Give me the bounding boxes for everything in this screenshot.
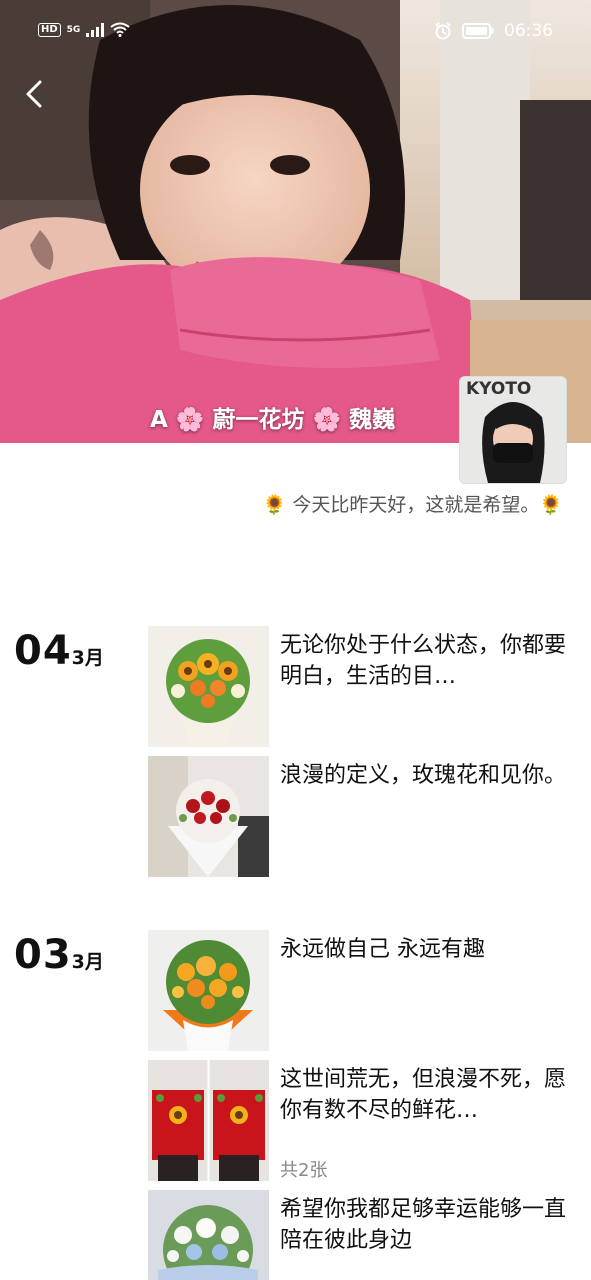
status-bar-left: HD 5G <box>38 22 130 37</box>
post-text[interactable]: 希望你我都足够幸运能够一直陪在彼此身边 <box>280 1194 570 1256</box>
date-day: 04 <box>14 628 72 674</box>
flower-baskets-image <box>148 1060 269 1181</box>
profile-signature: 🌻 今天比昨天好，这就是希望。🌻 <box>262 494 563 516</box>
post-thumbnail[interactable] <box>148 756 269 877</box>
date-month: 3月 <box>71 647 104 669</box>
sunflower-bouquet-image <box>148 626 269 747</box>
date-label-03: 033月 <box>14 932 104 978</box>
white-blue-bouquet-image <box>148 1190 269 1280</box>
orange-rose-bouquet-image <box>148 930 269 1051</box>
post-text[interactable]: 浪漫的定义，玫瑰花和见你。 <box>280 760 570 791</box>
post-text[interactable]: 永远做自己 永远有趣 <box>280 934 570 965</box>
network-5g-label: 5G <box>66 24 81 35</box>
avatar[interactable]: KYOTO <box>459 376 567 484</box>
back-button[interactable] <box>16 74 52 114</box>
post-thumbnail[interactable] <box>148 1190 269 1280</box>
post-thumbnail[interactable] <box>148 930 269 1051</box>
chevron-left-icon <box>26 80 42 108</box>
wifi-icon <box>110 22 130 37</box>
avatar-kyoto-text: KYOTO <box>466 379 531 399</box>
date-day: 03 <box>14 932 72 978</box>
avatar-image: KYOTO <box>460 377 566 483</box>
status-time: 06:36 <box>504 21 553 41</box>
status-bar-right: 06:36 <box>434 21 553 41</box>
hd-badge: HD <box>38 22 61 37</box>
alarm-icon <box>435 22 451 40</box>
post-text[interactable]: 无论你处于什么状态，你都要明白，生活的目… <box>280 630 570 692</box>
status-bar: HD 5G 06:36 <box>0 0 591 64</box>
image-count-label: 共2张 <box>280 1160 328 1181</box>
post-thumbnail[interactable] <box>148 626 269 747</box>
date-label-04: 043月 <box>14 628 104 674</box>
rose-bouquet-image <box>148 756 269 877</box>
post-text[interactable]: 这世间荒无，但浪漫不死，愿你有数不尽的鲜花… <box>280 1064 570 1126</box>
profile-name: A 🌸 蔚一花坊 🌸 魏巍 <box>150 407 396 433</box>
post-thumbnail[interactable] <box>148 1060 269 1181</box>
signal-icon <box>86 22 105 37</box>
battery-icon <box>462 23 494 39</box>
date-month: 3月 <box>71 951 104 973</box>
